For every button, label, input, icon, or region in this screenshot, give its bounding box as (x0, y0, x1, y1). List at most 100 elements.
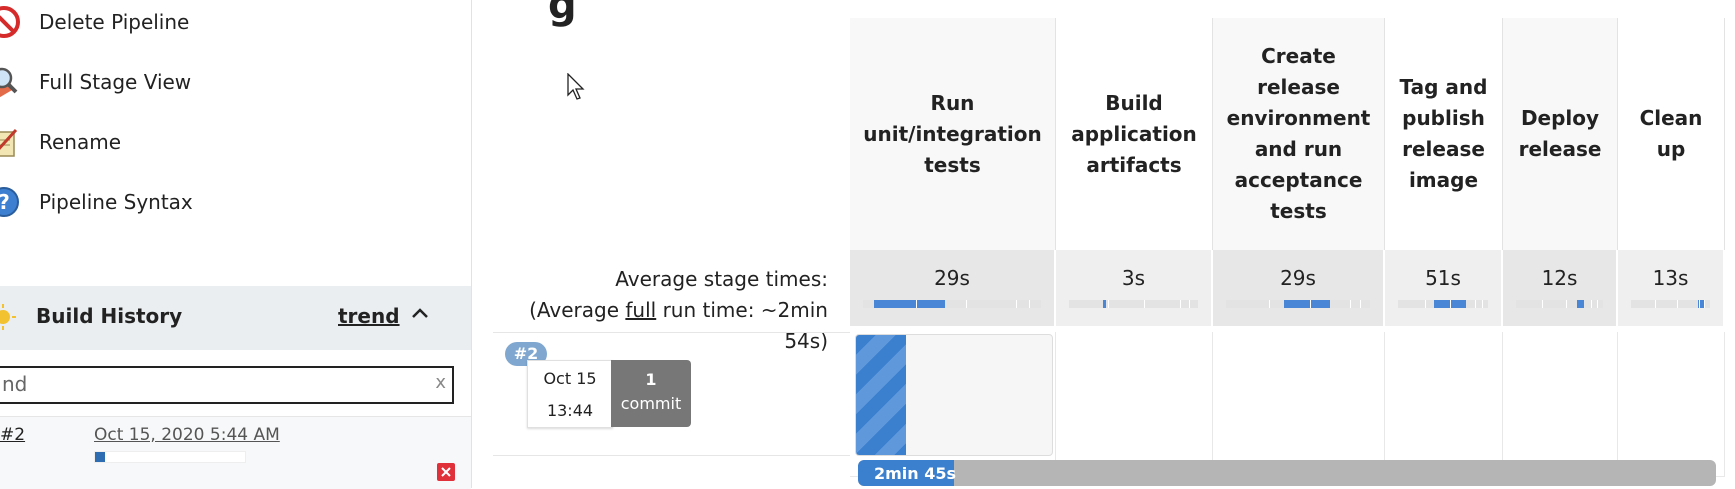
running-stripe (856, 335, 906, 455)
stage-average-value: 12s (1541, 266, 1578, 290)
stage-time-tick (1590, 300, 1592, 308)
stage-average-value: 13s (1652, 266, 1689, 290)
build-number-link[interactable]: #2 (0, 425, 25, 445)
page-title-fragment: g (548, 0, 577, 28)
stage-run-cell[interactable] (1056, 332, 1213, 477)
stage-average-time: 3s (1056, 250, 1212, 326)
stage-average-time: 12s (1503, 250, 1617, 326)
stage-header: Deploy release (1503, 18, 1618, 250)
stage-time-tick (1107, 300, 1109, 308)
sun-icon (0, 304, 16, 330)
avg-line-1: Average stage times: (615, 267, 828, 291)
run-date: Oct 15 (543, 369, 597, 388)
stage-time-tick (1143, 300, 1145, 308)
stage-name: Build application artifacts (1071, 90, 1197, 177)
full-run-link[interactable]: full (625, 298, 656, 322)
stage-time-tick (1016, 300, 1018, 308)
stage-average-time: 29s (1213, 250, 1384, 326)
stage-time-tick (1704, 300, 1706, 308)
build-search-box: x (0, 366, 454, 404)
stage-run-cell[interactable] (1618, 332, 1725, 477)
stage-time-tick (1475, 300, 1477, 308)
stage-time-tick (1309, 300, 1311, 308)
commit-label: commit (620, 394, 682, 413)
stage-time-tick (1596, 300, 1598, 308)
stage-average-value: 3s (1121, 266, 1146, 290)
stage-header: Build application artifacts (1056, 18, 1213, 250)
stage-time-tick (1676, 300, 1678, 308)
abort-build-icon[interactable] (437, 463, 455, 481)
notepad-icon (0, 128, 18, 157)
help-icon: ? (0, 187, 19, 217)
stage-time-bar (1226, 300, 1370, 308)
stage-time-tick (916, 300, 918, 308)
run-progress-bar: 2min 45s (858, 460, 1716, 486)
stage-average-time: 29s (850, 250, 1055, 326)
build-progress-bar (94, 451, 246, 463)
stage-run-cell[interactable] (1213, 332, 1385, 477)
build-history-title: Build History (36, 304, 183, 328)
svg-text:?: ? (0, 190, 10, 214)
build-date-link[interactable]: Oct 15, 2020 5:44 AM (94, 425, 280, 445)
task-label: Rename (39, 130, 122, 154)
stage-header: Tag and publish release image (1385, 18, 1503, 250)
stage-time-segment (1102, 300, 1107, 308)
stage-name: Tag and publish release image (1399, 75, 1488, 192)
task-label: Delete Pipeline (39, 10, 190, 34)
stage-header: Run unit/integration tests (850, 18, 1056, 250)
stage-time-tick (1028, 300, 1030, 308)
stage-time-segment (873, 300, 945, 308)
stage-time-tick (1349, 300, 1351, 308)
stage-time-tick (1542, 300, 1544, 308)
stage-time-tick (1359, 300, 1361, 308)
stage-header: Create release environment and run accep… (1213, 18, 1385, 250)
mouse-cursor-icon (567, 73, 585, 100)
stage-run-cell[interactable] (1503, 332, 1618, 477)
stage-average-time: 13s (1618, 250, 1724, 326)
stage-header: Clean up (1618, 18, 1725, 250)
delete-icon (0, 6, 20, 38)
stage-time-bar (1069, 300, 1198, 308)
build-row: #2 Oct 15, 2020 5:44 AM (0, 416, 471, 489)
stage-time-bar (863, 300, 1041, 308)
build-history-header: Build History trend (0, 286, 471, 350)
run-elapsed: 2min 45s (874, 464, 957, 483)
run-date-box: Oct 15 13:44 (527, 360, 613, 428)
stage-time-tick (1188, 300, 1190, 308)
stage-time-tick (1698, 300, 1700, 308)
commit-box[interactable]: 1 commit (611, 360, 691, 427)
sidebar: Delete Pipeline Full Stage View Rename ?… (0, 0, 472, 489)
stage-time-bar (1516, 300, 1603, 308)
stage-time-tick (1450, 300, 1452, 308)
chevron-up-icon[interactable] (410, 306, 430, 320)
trend-link[interactable]: trend (338, 304, 400, 328)
stage-time-segment (1283, 300, 1330, 308)
stage-name: Run unit/integration tests (863, 90, 1042, 177)
stage-time-tick (1566, 300, 1568, 308)
commit-count: 1 (645, 370, 657, 389)
stage-run-cell[interactable] (1385, 332, 1503, 477)
running-stage-cell[interactable] (855, 334, 1053, 456)
stage-average-value: 51s (1425, 266, 1461, 290)
stage-time-tick (1654, 300, 1656, 308)
magnifier-icon (0, 67, 18, 100)
clear-search-icon[interactable]: x (435, 372, 446, 393)
stage-time-tick (1481, 300, 1483, 308)
sidebar-divider (471, 0, 472, 488)
stage-time-tick (966, 300, 968, 308)
stage-time-bar (1631, 300, 1710, 308)
stage-average-time: 51s (1385, 250, 1502, 326)
stage-average-value: 29s (934, 266, 970, 290)
task-label: Full Stage View (39, 70, 192, 94)
stage-time-tick (1425, 300, 1426, 308)
stage-time-bar (1398, 300, 1488, 308)
stage-time-tick (1269, 300, 1271, 308)
stage-name: Deploy release (1518, 106, 1602, 161)
build-search-input[interactable] (2, 370, 422, 398)
stage-time-tick (1179, 300, 1181, 308)
stage-average-value: 29s (1280, 266, 1316, 290)
build-progress-fill (95, 452, 105, 462)
stage-time-segment (1576, 300, 1584, 308)
task-label: Pipeline Syntax (39, 190, 193, 214)
stage-name: Clean up (1639, 106, 1703, 161)
